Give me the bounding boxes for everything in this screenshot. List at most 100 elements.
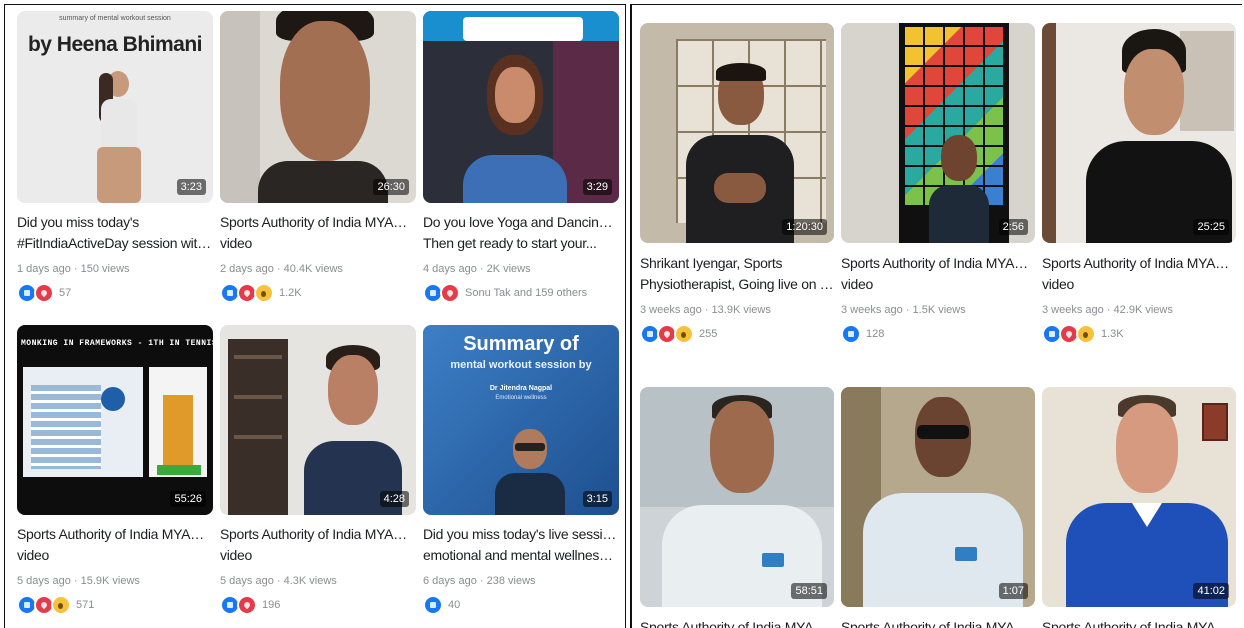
video-card[interactable]: 3:29 Do you love Yoga and Dancing? 😂 The… — [423, 11, 619, 303]
video-title[interactable]: Sports Authority of India MYAS GOI's vid… — [1042, 253, 1236, 295]
video-meta: 4 days ago · 2K views — [423, 263, 531, 275]
video-card[interactable]: 25:25 Sports Authority of India MYAS GOI… — [1042, 23, 1236, 344]
video-card[interactable]: 41:02 Sports Authority of India MYAS GOI… — [1042, 387, 1236, 628]
video-duration: 26:30 — [373, 179, 409, 195]
video-duration: 3:29 — [582, 179, 612, 195]
video-thumbnail[interactable]: 3:29 — [423, 11, 619, 203]
person-figure — [662, 395, 822, 607]
video-duration: 3:23 — [176, 179, 206, 195]
wow-reaction-icon — [674, 324, 694, 344]
person-figure — [455, 55, 575, 203]
love-reaction-icon — [237, 595, 257, 615]
reaction-count: 40 — [448, 599, 461, 611]
video-card[interactable]: 1:20:30 Shrikant Iyengar, Sports Physiot… — [640, 23, 834, 344]
reactions[interactable]: Sonu Tak and 159 others — [423, 283, 619, 303]
video-thumbnail[interactable]: 2:56 — [841, 23, 1035, 243]
thumbnail-title: by Heena Bhimani — [27, 33, 203, 56]
video-thumbnail[interactable]: 26:30 — [220, 11, 416, 203]
video-duration: 41:02 — [1193, 583, 1229, 599]
video-title[interactable]: Do you love Yoga and Dancing? 😂 Then get… — [423, 212, 619, 254]
video-card[interactable]: MONKING IN FRAMEWORKS - 1TH IN TENNIS 55… — [17, 325, 213, 615]
video-duration: 55:26 — [170, 491, 206, 507]
video-meta: 3 weeks ago · 13.9K views — [640, 304, 771, 316]
reactions[interactable]: 128 — [841, 324, 1035, 344]
video-card[interactable]: 2:56 Sports Authority of India MYAS GOI'… — [841, 23, 1035, 344]
video-title[interactable]: Sports Authority of India MYAS GOI's — [640, 617, 834, 628]
reaction-count: 196 — [262, 599, 281, 611]
video-meta: 1 days ago · 150 views — [17, 263, 130, 275]
video-meta: 5 days ago · 4.3K views — [220, 575, 337, 587]
thumbnail-title: MONKING IN FRAMEWORKS - 1TH IN TENNIS — [21, 339, 213, 348]
video-thumbnail[interactable]: 58:51 — [640, 387, 834, 607]
video-card[interactable]: Summary of mental workout session by Dr … — [423, 325, 619, 615]
video-duration: 2:56 — [998, 219, 1028, 235]
video-thumbnail[interactable]: MONKING IN FRAMEWORKS - 1TH IN TENNIS 55… — [17, 325, 213, 515]
video-duration: 1:07 — [998, 583, 1028, 599]
like-reaction-icon — [423, 595, 443, 615]
love-reaction-icon — [440, 283, 460, 303]
reactions[interactable]: 571 — [17, 595, 213, 615]
video-thumbnail[interactable]: summary of mental workout session by Hee… — [17, 11, 213, 203]
video-title[interactable]: Sports Authority of India MYAS GOI's vid… — [841, 253, 1035, 295]
love-reaction-icon — [34, 283, 54, 303]
reactions[interactable]: 40 — [423, 595, 619, 615]
video-duration: 3:15 — [582, 491, 612, 507]
like-reaction-icon — [841, 324, 861, 344]
video-card[interactable]: 4:28 Sports Authority of India MYAS GOI'… — [220, 325, 416, 615]
video-title[interactable]: Shrikant Iyengar, Sports Physiotherapist… — [640, 253, 834, 295]
video-thumbnail[interactable]: 1:20:30 — [640, 23, 834, 243]
reaction-count: 571 — [76, 599, 95, 611]
reactions[interactable]: 255 — [640, 324, 834, 344]
person-figure — [495, 429, 565, 515]
right-video-grid: 1:20:30 Shrikant Iyengar, Sports Physiot… — [630, 4, 1242, 628]
thumbnail-caption: mental workout session by — [450, 359, 592, 371]
video-duration: 58:51 — [791, 583, 827, 599]
person-figure — [1082, 29, 1232, 243]
video-title[interactable]: Sports Authority of India MYAS GOI's vid… — [17, 524, 213, 566]
video-title[interactable]: Did you miss today's live session for em… — [423, 524, 619, 566]
video-thumbnail[interactable]: 41:02 — [1042, 387, 1236, 607]
logos-banner — [463, 17, 583, 41]
video-meta: 6 days ago · 238 views — [423, 575, 536, 587]
person-figure — [929, 135, 989, 243]
video-card[interactable]: 58:51 Sports Authority of India MYAS GOI… — [640, 387, 834, 628]
reactions[interactable]: 196 — [220, 595, 416, 615]
reaction-count: 57 — [59, 287, 72, 299]
person-figure — [298, 345, 408, 515]
video-thumbnail[interactable]: 25:25 — [1042, 23, 1236, 243]
video-thumbnail[interactable]: 1:07 — [841, 387, 1035, 607]
video-card[interactable]: 1:07 Sports Authority of India MYAS GOI'… — [841, 387, 1035, 628]
person-figure — [89, 71, 149, 203]
video-duration: 25:25 — [1193, 219, 1229, 235]
left-video-grid: summary of mental workout session by Hee… — [4, 4, 626, 628]
thumbnail-title: Summary of — [463, 333, 579, 355]
video-duration: 4:28 — [379, 491, 409, 507]
reactions[interactable]: 57 — [17, 283, 213, 303]
video-meta: 5 days ago · 15.9K views — [17, 575, 140, 587]
video-card[interactable]: summary of mental workout session by Hee… — [17, 11, 213, 303]
video-title[interactable]: Sports Authority of India MYAS GOI's vid… — [220, 212, 416, 254]
reaction-count: 1.3K — [1101, 328, 1124, 340]
video-title[interactable]: Sports Authority of India MYAS GOI's vid… — [220, 524, 416, 566]
video-thumbnail[interactable]: Summary of mental workout session by Dr … — [423, 325, 619, 515]
wow-reaction-icon — [51, 595, 71, 615]
person-figure — [258, 11, 388, 203]
wow-reaction-icon — [254, 283, 274, 303]
reaction-count: Sonu Tak and 159 others — [465, 287, 588, 299]
video-duration: 1:20:30 — [782, 219, 827, 235]
video-card[interactable]: 26:30 Sports Authority of India MYAS GOI… — [220, 11, 416, 303]
reactions[interactable]: 1.2K — [220, 283, 416, 303]
video-meta: 3 weeks ago · 42.9K views — [1042, 304, 1173, 316]
video-thumbnail[interactable]: 4:28 — [220, 325, 416, 515]
reaction-count: 128 — [866, 328, 885, 340]
person-figure — [680, 63, 800, 243]
video-title[interactable]: Sports Authority of India MYAS GOI's — [1042, 617, 1236, 628]
thumbnail-speaker-name: Dr Jitendra Nagpal — [489, 385, 553, 392]
video-title[interactable]: Sports Authority of India MYAS GOI's — [841, 617, 1035, 628]
video-title[interactable]: Did you miss today's #FitIndiaActiveDay … — [17, 212, 213, 254]
thumbnail-speaker-role: Emotional wellness — [495, 395, 547, 401]
person-figure — [1062, 395, 1232, 607]
reaction-count: 255 — [699, 328, 718, 340]
reactions[interactable]: 1.3K — [1042, 324, 1236, 344]
reaction-count: 1.2K — [279, 287, 302, 299]
